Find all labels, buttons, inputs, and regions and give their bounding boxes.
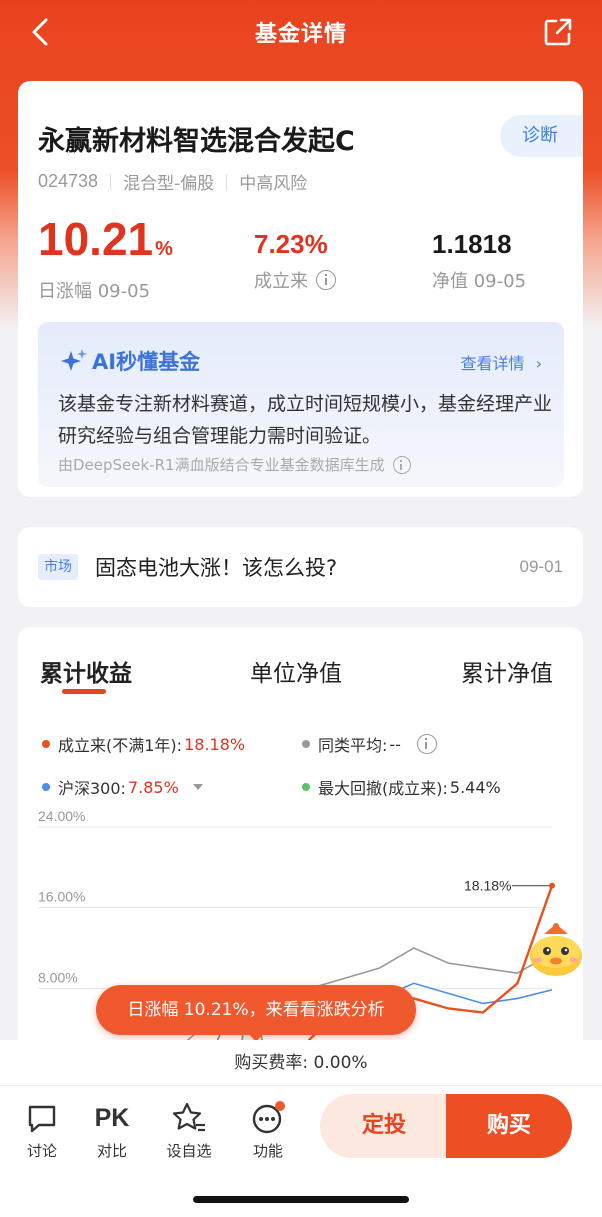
fund-type: 混合型-偏股 bbox=[123, 174, 215, 194]
fund-summary-card: 永赢新材料智选混合发起C 诊断 024738 混合型-偏股 中高风险 10.21… bbox=[18, 81, 583, 497]
news-date: 09-01 bbox=[519, 557, 563, 576]
purchase-fee: 购买费率: 0.00% bbox=[0, 1040, 602, 1086]
news-tag: 市场 bbox=[38, 554, 78, 580]
ai-summary-box[interactable]: AI秒懂基金 查看详情 › 该基金专注新材料赛道，成立时间短规模小，基金经理产业… bbox=[38, 322, 564, 487]
legend-peer: 同类平均: -- bbox=[302, 732, 437, 756]
chevron-right-icon: › bbox=[535, 354, 542, 373]
nav-label: 净值 09-05 bbox=[432, 271, 527, 292]
news-card[interactable]: 市场 固态电池大涨！该怎么投? 09-01 bbox=[18, 527, 583, 607]
legend-drawdown-value: 5.44% bbox=[449, 777, 501, 797]
ai-summary-text: 该基金专注新材料赛道，成立时间短规模小，基金经理产业研究经验与组合管理能力需时间… bbox=[58, 393, 553, 447]
info-icon[interactable] bbox=[416, 734, 437, 754]
legend-index-label: 沪深300: bbox=[58, 779, 126, 798]
ai-title-text: AI秒懂基金 bbox=[92, 350, 201, 374]
ai-source-text: 由DeepSeek-R1满血版结合专业基金数据库生成 bbox=[58, 456, 385, 474]
legend-peer-value: -- bbox=[389, 734, 401, 754]
star-list-icon bbox=[159, 1100, 219, 1136]
functions-label: 功能 bbox=[252, 1142, 283, 1160]
end-value-label: 18.18% bbox=[464, 878, 511, 894]
sparkle-icon bbox=[61, 349, 87, 371]
diagnose-button[interactable]: 诊断 bbox=[500, 115, 583, 157]
divider bbox=[226, 173, 228, 190]
home-indicator bbox=[193, 1196, 409, 1203]
add-watchlist-button[interactable]: 设自选 bbox=[159, 1100, 219, 1161]
info-icon[interactable] bbox=[392, 455, 411, 474]
tab-underline bbox=[62, 689, 106, 694]
legend-drawdown: 最大回撤(成立来): 5.44% bbox=[302, 775, 501, 799]
y-tick-label: 16.00% bbox=[38, 889, 85, 905]
since-inception-stat: 7.23% 成立来 bbox=[254, 225, 336, 293]
y-tick-label: 8.00% bbox=[38, 969, 78, 985]
ai-more-link[interactable]: 查看详情 › bbox=[460, 350, 542, 374]
fund-meta: 024738 混合型-偏股 中高风险 bbox=[38, 169, 307, 194]
functions-button[interactable]: 功能 bbox=[238, 1100, 298, 1161]
pk-icon: PK bbox=[94, 1103, 130, 1132]
daily-change-stat: 10.21% 日涨幅 09-05 bbox=[38, 215, 173, 303]
legend-drawdown-label: 最大回撤(成立来): bbox=[318, 779, 448, 798]
daily-change-value: 10.21 bbox=[38, 213, 154, 265]
mascot-icon[interactable] bbox=[524, 920, 588, 984]
discuss-label: 讨论 bbox=[26, 1142, 57, 1160]
legend-fund-value: 18.18% bbox=[184, 734, 246, 754]
analysis-toast[interactable]: 日涨幅 10.21%，来看看涨跌分析 bbox=[96, 985, 416, 1042]
legend-index[interactable]: 沪深300: 7.85% bbox=[42, 775, 203, 799]
more-dots-icon bbox=[238, 1100, 298, 1136]
since-inception-value: 7.23% bbox=[254, 229, 328, 259]
legend-dot bbox=[302, 740, 310, 748]
daily-change-label: 日涨幅 09-05 bbox=[38, 281, 151, 302]
dropdown-caret-icon bbox=[192, 784, 203, 790]
fund-code: 024738 bbox=[38, 171, 99, 191]
end-point bbox=[549, 882, 555, 889]
chat-bubble-icon bbox=[12, 1100, 72, 1136]
y-tick-label: 24.00% bbox=[38, 808, 85, 824]
since-inception-label: 成立来 bbox=[254, 271, 308, 292]
legend-fund-label: 成立来(不满1年): bbox=[58, 736, 183, 755]
nav-bar: 基金详情 bbox=[0, 0, 602, 66]
legend-dot bbox=[42, 740, 50, 748]
fund-name: 永赢新材料智选混合发起C bbox=[38, 126, 355, 157]
ai-more-text: 查看详情 bbox=[460, 354, 525, 373]
tab-cumulative-return[interactable]: 累计收益 bbox=[40, 654, 132, 688]
buy-button[interactable]: 购买 bbox=[446, 1094, 572, 1158]
nav-stat: 1.1818 净值 09-05 bbox=[432, 225, 526, 293]
ai-title: AI秒懂基金 bbox=[60, 346, 200, 376]
auto-invest-button[interactable]: 定投 bbox=[320, 1094, 448, 1158]
compare-button[interactable]: PK 对比 bbox=[82, 1100, 142, 1161]
notification-dot bbox=[275, 1101, 285, 1111]
info-icon[interactable] bbox=[316, 270, 336, 290]
news-title: 固态电池大涨！该怎么投? bbox=[95, 556, 338, 580]
tab-accumulated-nav[interactable]: 累计净值 bbox=[461, 654, 553, 688]
share-icon[interactable] bbox=[542, 16, 574, 48]
legend-dot bbox=[302, 783, 310, 791]
tab-unit-nav[interactable]: 单位净值 bbox=[250, 654, 342, 688]
divider bbox=[110, 173, 112, 190]
ai-source: 由DeepSeek-R1满血版结合专业基金数据库生成 bbox=[58, 454, 411, 475]
legend-index-value: 7.85% bbox=[127, 777, 179, 797]
page-title: 基金详情 bbox=[254, 22, 347, 47]
nav-value: 1.1818 bbox=[432, 229, 512, 259]
risk-level: 中高风险 bbox=[239, 174, 308, 194]
legend-fund: 成立来(不满1年): 18.18% bbox=[42, 732, 245, 756]
add-watchlist-label: 设自选 bbox=[166, 1142, 212, 1160]
legend-dot bbox=[42, 783, 50, 791]
daily-change-unit: % bbox=[155, 238, 173, 260]
compare-label: 对比 bbox=[96, 1142, 127, 1160]
discuss-button[interactable]: 讨论 bbox=[12, 1100, 72, 1161]
legend-peer-label: 同类平均: bbox=[318, 736, 388, 755]
